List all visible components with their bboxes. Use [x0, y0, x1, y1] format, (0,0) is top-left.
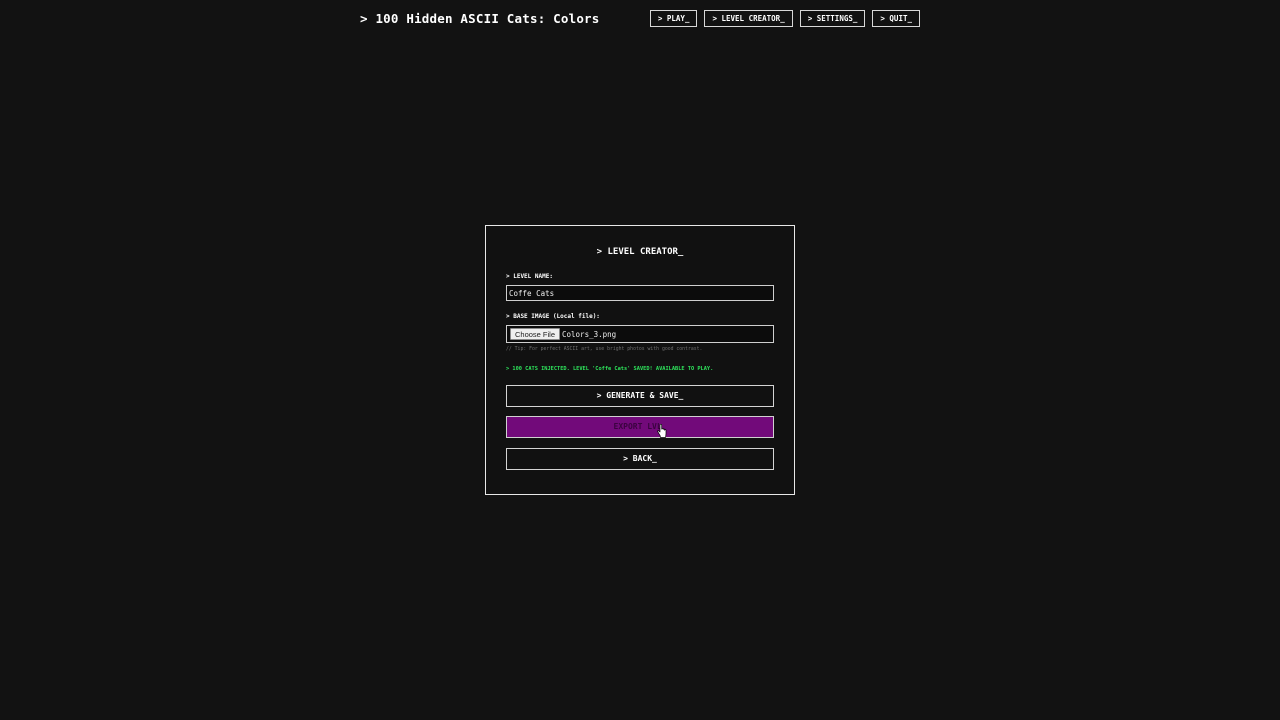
level-name-input[interactable] [506, 285, 774, 301]
base-image-file-input[interactable]: Choose File Colors_3.png [506, 325, 774, 343]
play-button[interactable]: > PLAY_ [649, 10, 698, 27]
quit-button[interactable]: > QUIT_ [872, 10, 920, 27]
settings-button[interactable]: > SETTINGS_ [799, 10, 866, 27]
level-creator-button[interactable]: > LEVEL CREATOR_ [704, 10, 793, 27]
export-level-button[interactable]: EXPORT LVL_ [506, 416, 774, 438]
panel-title: > LEVEL CREATOR_ [596, 247, 684, 257]
level-name-label: > LEVEL NAME: [506, 273, 553, 280]
top-bar: > 100 Hidden ASCII Cats: Colors > PLAY_ … [360, 8, 920, 30]
generate-save-button[interactable]: > GENERATE & SAVE_ [506, 385, 774, 407]
back-button[interactable]: > BACK_ [506, 448, 774, 470]
hand-pointer-icon [657, 424, 667, 438]
app-title: > 100 Hidden ASCII Cats: Colors [360, 11, 600, 26]
choose-file-button[interactable]: Choose File [510, 328, 561, 340]
main-nav: > PLAY_ > LEVEL CREATOR_ > SETTINGS_ > Q… [649, 10, 920, 27]
level-creator-panel: > LEVEL CREATOR_ > LEVEL NAME: > BASE IM… [485, 225, 795, 495]
base-image-label: > BASE IMAGE (Local file): [506, 313, 600, 320]
tip-text: // Tip: For perfect ASCII art, use brigh… [506, 347, 703, 352]
status-message: > 100 CATS INJECTED. LEVEL 'Coffe Cats' … [506, 366, 714, 372]
selected-file-name: Colors_3.png [562, 330, 617, 339]
